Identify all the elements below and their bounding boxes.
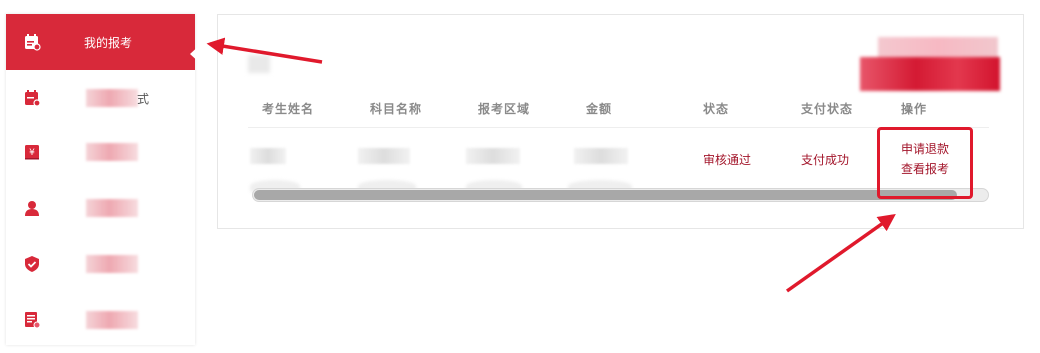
- arrow-to-sidebar-icon: [206, 37, 323, 64]
- annotation-arrows: [206, 37, 896, 293]
- arrow-to-actions-icon: [785, 213, 896, 293]
